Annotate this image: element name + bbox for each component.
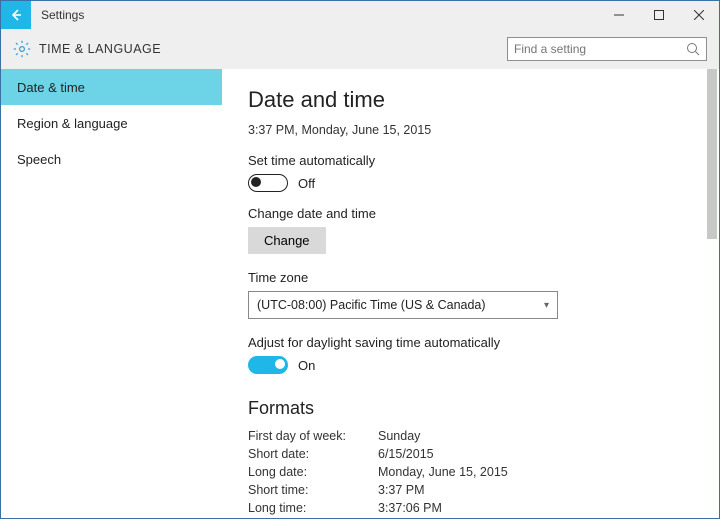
window-title: Settings xyxy=(31,1,94,29)
format-value: 3:37:06 PM xyxy=(378,501,442,515)
set-time-auto-toggle[interactable] xyxy=(248,174,288,192)
dst-auto-label: Adjust for daylight saving time automati… xyxy=(248,335,693,350)
minimize-button[interactable] xyxy=(599,1,639,29)
chevron-down-icon: ▾ xyxy=(544,300,549,311)
switch-knob-icon xyxy=(275,359,285,369)
format-value: 6/15/2015 xyxy=(378,447,434,461)
back-button[interactable] xyxy=(1,1,31,29)
sidebar: Date & time Region & language Speech xyxy=(1,69,222,518)
change-datetime-label: Change date and time xyxy=(248,206,693,221)
page-title: Date and time xyxy=(248,87,693,113)
format-row: Long date:Monday, June 15, 2015 xyxy=(248,465,693,479)
arrow-left-icon xyxy=(9,8,23,22)
change-button[interactable]: Change xyxy=(248,227,326,254)
sidebar-item-label: Region & language xyxy=(17,116,128,131)
titlebar: Settings xyxy=(1,1,719,29)
format-key: First day of week: xyxy=(248,429,378,443)
category-header: TIME & LANGUAGE xyxy=(1,29,719,69)
sidebar-item-region-language[interactable]: Region & language xyxy=(1,105,222,141)
sidebar-item-date-time[interactable]: Date & time xyxy=(1,69,222,105)
close-button[interactable] xyxy=(679,1,719,29)
timezone-selected-value: (UTC-08:00) Pacific Time (US & Canada) xyxy=(257,298,486,312)
gear-icon xyxy=(13,40,31,58)
search-icon xyxy=(686,42,700,56)
body: Date & time Region & language Speech Dat… xyxy=(1,69,719,518)
scrollbar-thumb[interactable] xyxy=(707,69,717,239)
maximize-button[interactable] xyxy=(639,1,679,29)
sidebar-item-speech[interactable]: Speech xyxy=(1,141,222,177)
timezone-label: Time zone xyxy=(248,270,693,285)
format-value: 3:37 PM xyxy=(378,483,425,497)
format-key: Long time: xyxy=(248,501,378,515)
format-row: Long time:3:37:06 PM xyxy=(248,501,693,515)
sidebar-item-label: Speech xyxy=(17,152,61,167)
switch-knob-icon xyxy=(251,177,261,187)
search-input[interactable] xyxy=(514,42,686,56)
dst-auto-state: On xyxy=(298,358,315,373)
dst-auto-toggle[interactable] xyxy=(248,356,288,374)
sidebar-item-label: Date & time xyxy=(17,80,85,95)
formats-heading: Formats xyxy=(248,398,693,419)
format-row: Short date:6/15/2015 xyxy=(248,447,693,461)
format-key: Short date: xyxy=(248,447,378,461)
maximize-icon xyxy=(654,10,664,20)
main-panel: Date and time 3:37 PM, Monday, June 15, … xyxy=(222,69,719,518)
format-value: Monday, June 15, 2015 xyxy=(378,465,508,479)
set-time-auto-state: Off xyxy=(298,176,315,191)
format-row: Short time:3:37 PM xyxy=(248,483,693,497)
format-row: First day of week:Sunday xyxy=(248,429,693,443)
format-value: Sunday xyxy=(378,429,420,443)
minimize-icon xyxy=(614,10,624,20)
search-box[interactable] xyxy=(507,37,707,61)
format-key: Long date: xyxy=(248,465,378,479)
format-key: Short time: xyxy=(248,483,378,497)
category-title: TIME & LANGUAGE xyxy=(39,42,161,56)
settings-window: Settings TIME & LANGUAGE Date & time xyxy=(0,0,720,519)
current-datetime: 3:37 PM, Monday, June 15, 2015 xyxy=(248,123,693,137)
timezone-select[interactable]: (UTC-08:00) Pacific Time (US & Canada) ▾ xyxy=(248,291,558,319)
close-icon xyxy=(694,10,704,20)
set-time-auto-label: Set time automatically xyxy=(248,153,693,168)
scrollbar[interactable] xyxy=(705,69,719,518)
